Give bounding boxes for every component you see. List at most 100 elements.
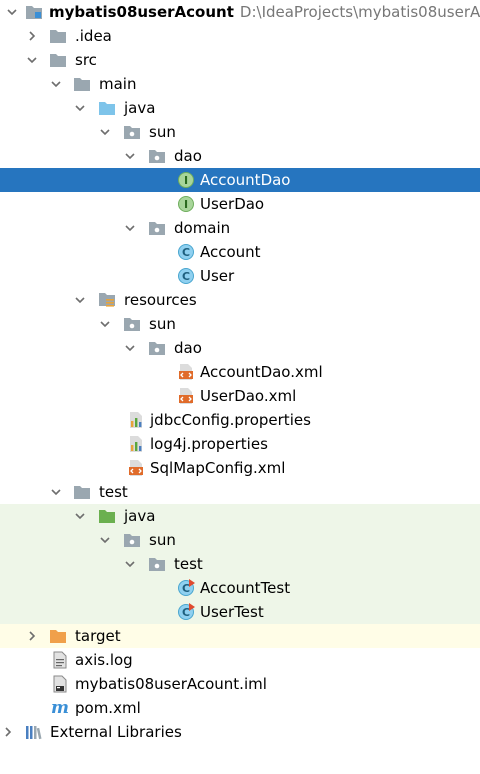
tree-item-domain[interactable]: domain bbox=[0, 216, 480, 240]
iml-file-icon bbox=[50, 674, 70, 694]
tree-item-label: test bbox=[99, 483, 128, 501]
tree-item-idea[interactable]: .idea bbox=[0, 24, 480, 48]
tree-item-user-dao-xml[interactable]: UserDao.xml bbox=[0, 384, 480, 408]
chevron-down-icon[interactable] bbox=[122, 552, 138, 576]
class-icon: C bbox=[176, 242, 196, 262]
tree-item-label: sun bbox=[149, 315, 176, 333]
tree-item-label: AccountDao bbox=[200, 171, 291, 189]
chevron-down-icon[interactable] bbox=[97, 312, 113, 336]
resources-folder-icon bbox=[97, 290, 117, 310]
tree-item-main-sun[interactable]: sun bbox=[0, 120, 480, 144]
tree-item-res-sun[interactable]: sun bbox=[0, 312, 480, 336]
chevron-down-icon[interactable] bbox=[24, 48, 40, 72]
chevron-down-icon[interactable] bbox=[72, 288, 88, 312]
chevron-down-icon[interactable] bbox=[97, 528, 113, 552]
tree-item-account-dao-xml[interactable]: AccountDao.xml bbox=[0, 360, 480, 384]
tree-item-label: dao bbox=[174, 339, 202, 357]
project-name: mybatis08userAcount bbox=[49, 3, 234, 21]
package-icon bbox=[122, 314, 142, 334]
package-icon bbox=[147, 146, 167, 166]
chevron-down-icon[interactable] bbox=[122, 144, 138, 168]
xml-file-icon bbox=[176, 362, 196, 382]
tree-item-res-dao[interactable]: dao bbox=[0, 336, 480, 360]
tree-item-target[interactable]: target bbox=[0, 624, 480, 648]
test-class-icon: C bbox=[176, 602, 196, 622]
tree-item-label: jdbcConfig.properties bbox=[150, 411, 311, 429]
tree-item-pom[interactable]: m pom.xml bbox=[0, 696, 480, 720]
chevron-down-icon[interactable] bbox=[122, 216, 138, 240]
tree-item-label: mybatis08userAcount.iml bbox=[75, 675, 267, 693]
tree-item-test-sun[interactable]: sun bbox=[0, 528, 480, 552]
tree-item-resources[interactable]: resources bbox=[0, 288, 480, 312]
tree-item-label: pom.xml bbox=[75, 699, 141, 717]
chevron-down-icon[interactable] bbox=[72, 96, 88, 120]
chevron-down-icon[interactable] bbox=[4, 0, 20, 24]
tree-item-account-dao[interactable]: I AccountDao bbox=[0, 168, 480, 192]
text-file-icon bbox=[50, 650, 70, 670]
tree-item-label: sun bbox=[149, 123, 176, 141]
module-folder-icon bbox=[24, 2, 44, 22]
tree-item-label: resources bbox=[124, 291, 197, 309]
tree-item-external-libraries[interactable]: External Libraries bbox=[0, 720, 480, 744]
libraries-icon bbox=[24, 722, 44, 742]
tree-item-test-java[interactable]: java bbox=[0, 504, 480, 528]
chevron-down-icon[interactable] bbox=[48, 72, 64, 96]
tree-item-user[interactable]: C User bbox=[0, 264, 480, 288]
tree-item-label: UserDao bbox=[200, 195, 265, 213]
tree-item-label: domain bbox=[174, 219, 231, 237]
tree-item-label: target bbox=[75, 627, 121, 645]
class-icon: C bbox=[176, 266, 196, 286]
tree-item-user-dao[interactable]: I UserDao bbox=[0, 192, 480, 216]
chevron-right-icon[interactable] bbox=[0, 720, 16, 744]
tree-item-label: UserDao.xml bbox=[200, 387, 297, 405]
package-icon bbox=[122, 122, 142, 142]
tree-item-label: dao bbox=[174, 147, 202, 165]
tree-item-iml[interactable]: mybatis08userAcount.iml bbox=[0, 672, 480, 696]
tree-item-account[interactable]: C Account bbox=[0, 240, 480, 264]
chevron-right-icon[interactable] bbox=[24, 24, 40, 48]
tree-item-label: UserTest bbox=[200, 603, 264, 621]
tree-item-label: main bbox=[99, 75, 137, 93]
tree-item-label: Account bbox=[200, 243, 261, 261]
xml-file-icon bbox=[176, 386, 196, 406]
tree-item-account-test[interactable]: C AccountTest bbox=[0, 576, 480, 600]
tree-item-project-root[interactable]: mybatis08userAcount D:\IdeaProjects\mybat… bbox=[0, 0, 480, 24]
test-class-icon: C bbox=[176, 578, 196, 598]
tree-item-log4j[interactable]: log4j.properties bbox=[0, 432, 480, 456]
tree-item-user-test[interactable]: C UserTest bbox=[0, 600, 480, 624]
source-folder-icon bbox=[97, 98, 117, 118]
chevron-down-icon[interactable] bbox=[48, 480, 64, 504]
chevron-right-icon[interactable] bbox=[24, 624, 40, 648]
tree-item-label: sun bbox=[149, 531, 176, 549]
folder-icon bbox=[48, 26, 68, 46]
tree-item-sqlmap-config[interactable]: SqlMapConfig.xml bbox=[0, 456, 480, 480]
tree-item-label: AccountDao.xml bbox=[200, 363, 323, 381]
tree-item-axis-log[interactable]: axis.log bbox=[0, 648, 480, 672]
folder-icon bbox=[72, 482, 92, 502]
tree-item-main[interactable]: main bbox=[0, 72, 480, 96]
tree-item-label: User bbox=[200, 267, 235, 285]
tree-item-label: .idea bbox=[75, 27, 112, 45]
tree-item-label: src bbox=[75, 51, 97, 69]
interface-icon: I bbox=[176, 194, 196, 214]
tree-item-main-java[interactable]: java bbox=[0, 96, 480, 120]
excluded-folder-icon bbox=[48, 626, 68, 646]
package-icon bbox=[147, 218, 167, 238]
package-icon bbox=[147, 554, 167, 574]
chevron-down-icon[interactable] bbox=[122, 336, 138, 360]
tree-item-label: java bbox=[124, 99, 156, 117]
tree-item-src[interactable]: src bbox=[0, 48, 480, 72]
tree-item-label: test bbox=[174, 555, 203, 573]
folder-icon bbox=[72, 74, 92, 94]
tree-item-test[interactable]: test bbox=[0, 480, 480, 504]
tree-item-label: SqlMapConfig.xml bbox=[150, 459, 286, 477]
project-tree: mybatis08userAcount D:\IdeaProjects\mybat… bbox=[0, 0, 480, 774]
tree-item-jdbc-config[interactable]: jdbcConfig.properties bbox=[0, 408, 480, 432]
tree-item-label: AccountTest bbox=[200, 579, 291, 597]
package-icon bbox=[122, 530, 142, 550]
tree-item-test-package[interactable]: test bbox=[0, 552, 480, 576]
tree-item-dao[interactable]: dao bbox=[0, 144, 480, 168]
chevron-down-icon[interactable] bbox=[72, 504, 88, 528]
chevron-down-icon[interactable] bbox=[97, 120, 113, 144]
test-source-folder-icon bbox=[97, 506, 117, 526]
